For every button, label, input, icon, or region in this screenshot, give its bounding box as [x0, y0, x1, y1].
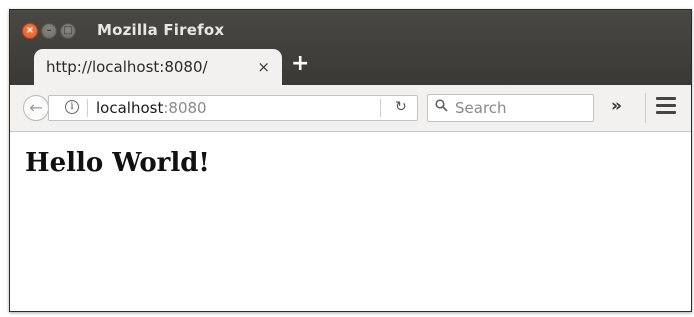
- info-icon[interactable]: i: [65, 100, 79, 114]
- navigation-toolbar: ← i localhost:8080 ↻ Search »: [10, 85, 691, 132]
- browser-window: × – □ Mozilla Firefox http://localhost:8…: [9, 9, 692, 312]
- tab-localhost[interactable]: http://localhost:8080/ ×: [34, 49, 282, 86]
- page-content: Hello World!: [10, 132, 691, 311]
- close-window-button[interactable]: ×: [22, 23, 38, 39]
- search-icon: [435, 98, 448, 116]
- url-divider: [87, 99, 88, 117]
- new-tab-button[interactable]: +: [291, 52, 309, 76]
- tab-close-icon[interactable]: ×: [257, 58, 270, 76]
- tab-label: http://localhost:8080/: [46, 58, 208, 76]
- search-placeholder: Search: [455, 99, 507, 117]
- hamburger-menu-icon[interactable]: [656, 97, 676, 117]
- toolbar-divider: [645, 93, 646, 123]
- url-host: localhost: [96, 99, 164, 117]
- reload-icon[interactable]: ↻: [395, 99, 407, 115]
- minimize-window-button[interactable]: –: [41, 23, 57, 39]
- url-port: :8080: [163, 99, 207, 117]
- maximize-window-button[interactable]: □: [60, 23, 76, 39]
- window-title: Mozilla Firefox: [97, 21, 225, 39]
- page-heading: Hello World!: [25, 148, 210, 178]
- url-divider-right: [380, 99, 381, 117]
- search-input[interactable]: Search: [427, 94, 594, 122]
- overflow-menu-button[interactable]: »: [611, 96, 622, 116]
- url-text[interactable]: localhost:8080: [96, 99, 207, 117]
- title-bar: × – □ Mozilla Firefox http://localhost:8…: [10, 10, 691, 86]
- back-button[interactable]: ←: [23, 95, 49, 121]
- url-bar[interactable]: i localhost:8080 ↻: [48, 95, 418, 121]
